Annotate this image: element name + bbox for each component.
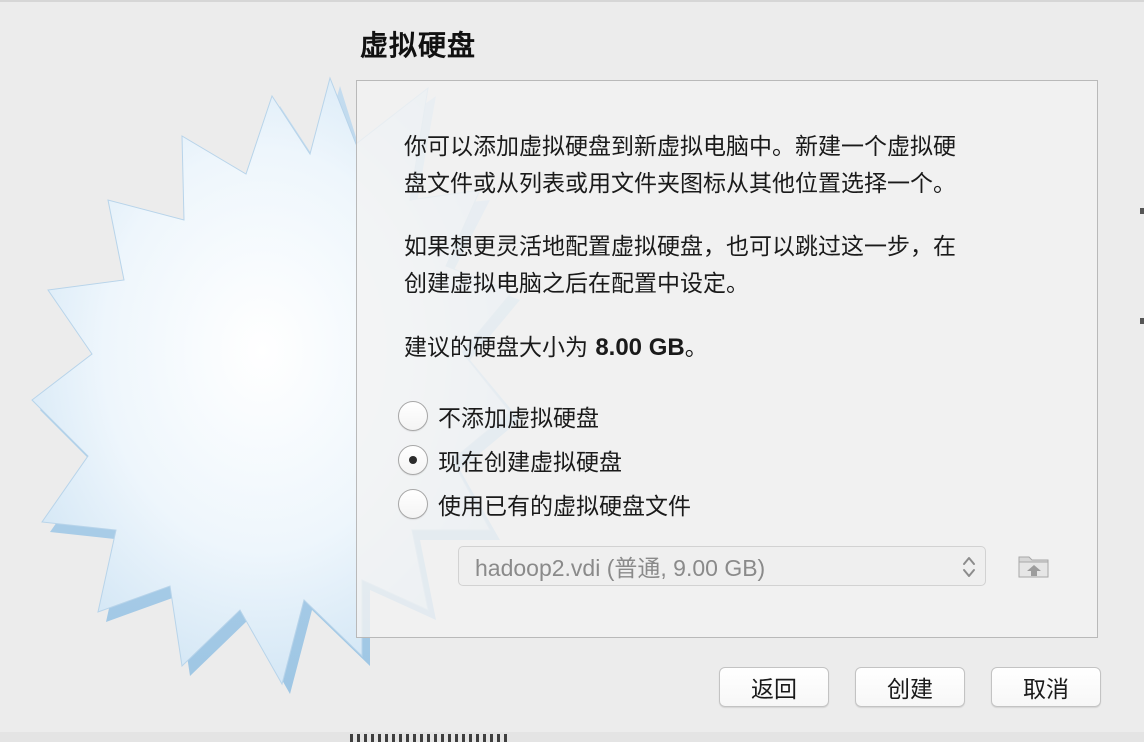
flex-line-2: 创建虚拟电脑之后在配置中设定。 [404, 271, 749, 297]
intro-text: 你可以添加虚拟硬盘到新虚拟电脑中。新建一个虚拟硬 盘文件或从列表或用文件夹图标从… [404, 129, 1044, 203]
recommend-suffix: 。 [684, 335, 708, 361]
option-existing-disk[interactable]: 使用已有的虚拟硬盘文件 [398, 486, 691, 522]
option-create-disk-label[interactable]: 现在创建虚拟硬盘 [438, 443, 622, 477]
intro-line-1: 你可以添加虚拟硬盘到新虚拟电脑中。新建一个虚拟硬 [404, 134, 956, 160]
radio-create-disk[interactable] [398, 445, 428, 475]
background-window-text [350, 734, 510, 742]
dialog-title: 虚拟硬盘 [360, 29, 477, 62]
intro-line-2: 盘文件或从列表或用文件夹图标从其他位置选择一个。 [404, 171, 956, 197]
window-top-edge [0, 0, 1144, 2]
window-edge-mark [1140, 208, 1144, 214]
window-edge-mark [1140, 318, 1144, 324]
radio-existing-disk[interactable] [398, 489, 428, 519]
recommended-size-text: 建议的硬盘大小为 8.00 GB。 [404, 329, 1044, 367]
recommend-prefix: 建议的硬盘大小为 [404, 335, 596, 361]
recommended-size-value: 8.00 GB [595, 334, 685, 361]
option-no-disk-label[interactable]: 不添加虚拟硬盘 [438, 399, 599, 433]
existing-disk-select-value: hadoop2.vdi (普通, 9.00 GB) [475, 555, 766, 581]
option-existing-disk-label[interactable]: 使用已有的虚拟硬盘文件 [438, 487, 691, 521]
back-button[interactable]: 返回 [719, 667, 829, 707]
flex-config-text: 如果想更灵活地配置虚拟硬盘，也可以跳过这一步，在 创建虚拟电脑之后在配置中设定。 [404, 229, 1044, 303]
existing-disk-select[interactable]: hadoop2.vdi (普通, 9.00 GB) [458, 546, 986, 586]
flex-line-1: 如果想更灵活地配置虚拟硬盘，也可以跳过这一步，在 [404, 234, 956, 260]
option-no-disk[interactable]: 不添加虚拟硬盘 [398, 398, 599, 434]
create-button[interactable]: 创建 [855, 667, 965, 707]
option-create-disk[interactable]: 现在创建虚拟硬盘 [398, 442, 622, 478]
folder-icon[interactable] [1016, 548, 1052, 582]
create-vm-dialog: 虚拟硬盘 你可以添加虚拟硬盘到新虚拟电脑中。新建一个虚拟硬 盘文件或从列表或用文… [0, 0, 1144, 742]
background-window-strip [0, 732, 1144, 742]
cancel-button[interactable]: 取消 [991, 667, 1101, 707]
radio-no-disk[interactable] [398, 401, 428, 431]
chevron-updown-icon [963, 557, 975, 577]
